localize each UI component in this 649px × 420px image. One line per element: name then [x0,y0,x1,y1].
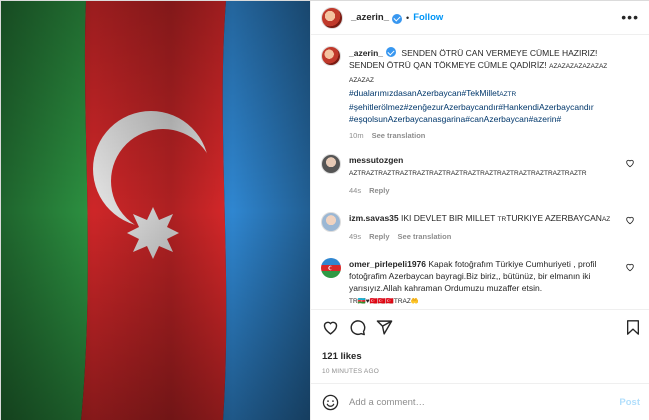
caption-hashtags-3[interactable]: #eşqolsunAzerbaycanasgarina#canAzerbayca… [349,114,561,124]
comment-time: 49s [349,232,362,241]
comment-text-tail: TR🇦🇿♥🇹🇷🇹🇷🇹🇷TRAZ🤲 [349,298,419,305]
comments-scroll-area[interactable]: _azerin_ SENDEN ÖTRÜ CAN VERMEYE CÜMLE H… [311,36,649,306]
header-username[interactable]: _azerin_ [351,12,389,23]
comment-icon[interactable] [349,319,366,336]
likes-count[interactable]: 121 likes [322,351,362,362]
comment-username[interactable]: izm.savas35 [349,213,399,223]
header-separator: • [406,12,410,23]
verified-badge-icon [386,47,397,57]
comment-input[interactable] [349,397,599,408]
emoji-icon[interactable] [322,394,339,411]
add-comment-bar: Post [311,383,649,420]
bookmark-icon[interactable] [625,319,641,336]
reply-button[interactable]: Reply [369,185,389,197]
comment-time: 44s [349,186,362,195]
avatar[interactable] [321,212,341,232]
heart-icon[interactable] [625,215,635,225]
heart-icon[interactable] [625,262,635,272]
comment-text-2: TURKIYE AZERBAYCAN [506,213,602,223]
caption-time: 10m [349,131,364,140]
share-icon[interactable] [376,319,393,336]
avatar[interactable] [321,46,341,66]
reply-button[interactable]: Reply [369,231,389,243]
comment-text-small-2: AZ [601,216,611,223]
avatar[interactable] [321,258,341,278]
post-header: _azerin_ • Follow ••• [311,1,649,35]
flag-illustration [1,1,310,420]
post-comment-button[interactable]: Post [619,397,640,408]
comment-item: messutozgen AZTRAZTRAZTRAZTRAZTRAZTRAZTR… [321,154,641,197]
comment-text-small: TR [497,216,507,223]
post-actions: 121 likes 10 MINUTES AGO [311,309,649,389]
follow-button[interactable]: Follow [413,12,443,23]
heart-icon[interactable] [322,319,339,336]
caption-hashtags-1[interactable]: #dualarımızdasanAzerbaycan#TekMillet [349,88,499,98]
verified-badge-icon [392,13,403,24]
caption-hashtags-1-small: AZTR [499,91,517,98]
avatar[interactable] [321,6,343,29]
heart-icon[interactable] [625,158,635,168]
caption-username[interactable]: _azerin_ [349,48,383,58]
post-timestamp[interactable]: 10 MINUTES AGO [322,368,379,375]
caption-hashtags-2[interactable]: #şehitlerölmez#zenğezurAzerbaycandır#Han… [349,102,594,112]
comment-text: AZTRAZTRAZTRAZTRAZTRAZTRAZTRAZTRAZTRAZTR… [349,170,587,177]
comment-text: IKI DEVLET BIR MILLET [401,213,496,223]
see-translation-button[interactable]: See translation [398,231,452,243]
comment-username[interactable]: omer_pirlepeli1976 [349,259,426,269]
avatar[interactable] [321,154,341,174]
more-horizontal-icon[interactable]: ••• [621,10,639,24]
comment-item: omer_pirlepeli1976 Kapak fotoğrafım Türk… [321,258,641,306]
comment-item: izm.savas35 IKI DEVLET BIR MILLET TRTURK… [321,212,641,243]
post-caption: _azerin_ SENDEN ÖTRÜ CAN VERMEYE CÜMLE H… [321,46,641,142]
comment-username[interactable]: messutozgen [349,155,403,165]
post-side-panel: _azerin_ • Follow ••• _azerin_ SENDEN ÖT… [310,1,649,420]
see-translation-button[interactable]: See translation [372,130,426,142]
post-image-azerbaijan-flag[interactable] [1,1,310,420]
instagram-post-modal: _azerin_ • Follow ••• _azerin_ SENDEN ÖT… [0,0,649,420]
